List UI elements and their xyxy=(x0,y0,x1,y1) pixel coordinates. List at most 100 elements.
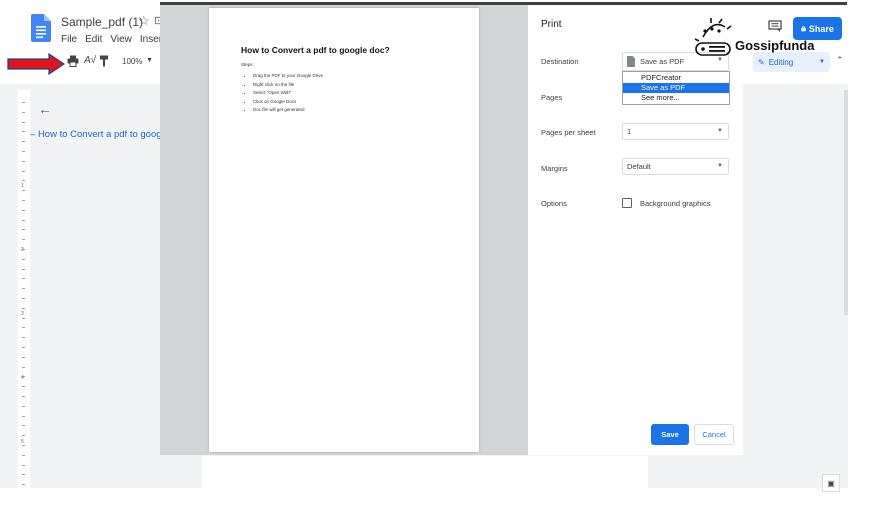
paint-format-icon[interactable] xyxy=(99,55,109,67)
ruler-tick xyxy=(22,464,25,466)
ruler-tick xyxy=(22,337,25,339)
pages-per-sheet-value: 1 xyxy=(627,127,632,136)
ruler-tick xyxy=(22,258,25,260)
ruler-number: 1 xyxy=(21,183,24,189)
ruler-tick xyxy=(22,141,25,143)
ruler-tick xyxy=(22,484,25,486)
ruler-tick xyxy=(22,102,25,103)
ruler-tick xyxy=(22,445,25,446)
destination-option-pdfcreator[interactable]: PDFCreator xyxy=(623,73,729,83)
ruler-tick xyxy=(22,317,25,319)
ruler-tick xyxy=(22,111,25,113)
destination-option-save-as-pdf[interactable]: Save as PDF xyxy=(623,83,729,93)
ruler-number: 5 xyxy=(21,439,24,445)
zoom-select[interactable]: 100% xyxy=(122,57,142,66)
ruler-tick xyxy=(22,200,25,201)
ruler-tick xyxy=(22,151,25,152)
ruler-tick xyxy=(22,454,25,456)
ruler-tick xyxy=(22,190,25,192)
vertical-ruler: 1 2 3 4 5 xyxy=(18,90,30,488)
pencil-icon: ✎ xyxy=(758,57,765,67)
collapse-menus-icon[interactable]: ⌃ xyxy=(836,55,844,66)
ruler-tick xyxy=(22,307,25,309)
ruler-tick xyxy=(22,425,25,427)
ruler-number: 4 xyxy=(21,375,24,381)
ruler-tick xyxy=(22,435,25,437)
ruler-tick xyxy=(22,366,25,368)
spellcheck-icon[interactable]: A√ xyxy=(84,55,96,66)
margins-value: Default xyxy=(627,162,651,171)
ruler-tick xyxy=(22,239,25,241)
caret-down-icon: ▼ xyxy=(819,59,825,65)
print-icon[interactable] xyxy=(67,55,79,67)
destination-label: Destination xyxy=(541,57,579,66)
preview-step: Click on Google Docs xyxy=(253,98,323,107)
preview-steps-list: Drag the PDF to your Google Drive Right … xyxy=(249,72,323,115)
ruler-tick xyxy=(22,327,25,329)
preview-page: How to Convert a pdf to google doc? Step… xyxy=(209,8,479,452)
ruler-tick xyxy=(22,474,25,476)
caret-down-icon: ▼ xyxy=(717,57,723,63)
caret-down-icon: ▼ xyxy=(717,128,723,134)
preview-heading: How to Convert a pdf to google doc? xyxy=(241,45,390,55)
ruler-tick xyxy=(22,347,25,348)
ruler-tick xyxy=(22,209,25,211)
pages-per-sheet-select[interactable]: 1 ▼ xyxy=(622,123,729,140)
back-arrow-icon[interactable]: ← xyxy=(38,101,52,117)
menu-view[interactable]: View xyxy=(110,34,132,45)
preview-steps-label: Steps: xyxy=(241,62,254,67)
ruler-tick xyxy=(22,278,25,280)
ruler-tick xyxy=(22,131,25,133)
ruler-tick xyxy=(22,170,25,172)
options-label: Options xyxy=(541,199,567,208)
outline-heading-item[interactable]: – How to Convert a pdf to google doc? xyxy=(30,129,160,140)
star-icon[interactable]: ☆ xyxy=(138,13,150,29)
preview-step: Right click on the file xyxy=(253,81,323,90)
google-docs-logo-icon[interactable] xyxy=(31,14,51,42)
ruler-tick xyxy=(22,268,25,270)
margins-label: Margins xyxy=(541,164,568,173)
document-outline-panel xyxy=(30,90,160,488)
ruler-number: 2 xyxy=(21,247,24,253)
background-graphics-checkbox[interactable] xyxy=(622,198,632,208)
vertical-scrollbar[interactable] xyxy=(844,90,848,315)
ruler-tick xyxy=(22,386,25,388)
red-arrow-annotation xyxy=(7,53,65,75)
print-dialog-title: Print xyxy=(541,19,562,30)
caret-down-icon: ▼ xyxy=(717,163,723,169)
menu-file[interactable]: File xyxy=(61,34,77,45)
destination-option-see-more[interactable]: See more... xyxy=(623,93,729,103)
explore-button[interactable]: ▣ xyxy=(822,474,840,492)
pages-label: Pages xyxy=(541,93,563,102)
document-icon xyxy=(627,56,635,67)
ruler-tick xyxy=(22,288,25,290)
destination-dropdown: PDFCreator Save as PDF See more... xyxy=(622,71,730,105)
preview-step: Drag the PDF to your Google Drive xyxy=(253,72,323,81)
outline-heading-text: How to Convert a pdf to google doc? xyxy=(37,129,160,140)
margins-select[interactable]: Default ▼ xyxy=(622,158,729,175)
pages-per-sheet-label: Pages per sheet xyxy=(541,128,596,137)
document-title[interactable]: Sample_pdf (1) xyxy=(61,15,143,29)
ruler-tick xyxy=(22,298,25,299)
save-button[interactable]: Save xyxy=(651,424,689,445)
editing-label: Editing xyxy=(768,57,794,67)
ruler-tick xyxy=(22,219,25,221)
document-page xyxy=(202,456,648,488)
ruler-tick xyxy=(22,121,25,123)
ruler-tick xyxy=(22,180,25,182)
ruler-number: 3 xyxy=(21,311,24,317)
ruler-tick xyxy=(22,396,25,397)
ruler-tick xyxy=(22,229,25,231)
ruler-tick xyxy=(22,356,25,358)
cancel-button[interactable]: Cancel xyxy=(694,424,734,445)
gossipfunda-watermark-text: Gossipfunda xyxy=(735,38,815,53)
ruler-tick xyxy=(22,405,25,407)
preview-step: Doc file will get generated xyxy=(253,106,323,115)
zoom-caret-icon[interactable]: ▼ xyxy=(146,57,153,64)
destination-value: Save as PDF xyxy=(640,57,685,66)
explore-icon: ▣ xyxy=(827,478,835,488)
ruler-tick xyxy=(22,160,25,162)
menu-edit[interactable]: Edit xyxy=(85,34,102,45)
preview-step: Select "Open With" xyxy=(253,89,323,98)
ruler-tick xyxy=(22,415,25,417)
